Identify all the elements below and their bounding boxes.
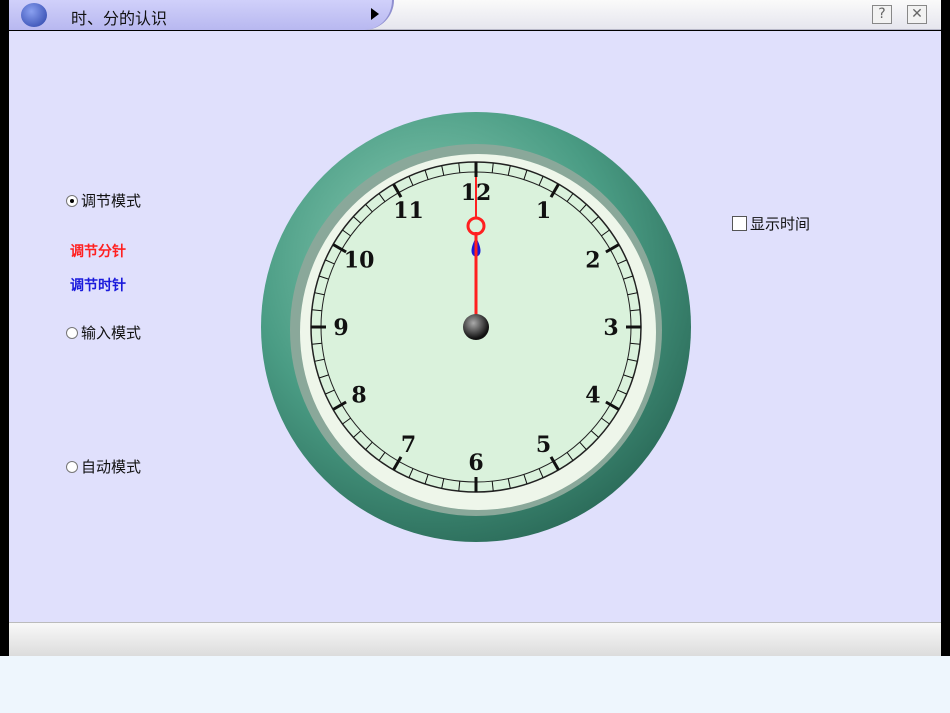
center-knob (463, 314, 489, 340)
clock: 121234567891011 (261, 112, 691, 542)
clock-number: 8 (351, 383, 366, 409)
clock-number: 5 (536, 432, 551, 458)
clock-number: 4 (585, 383, 600, 409)
clock-number: 2 (585, 248, 600, 274)
clock-number: 3 (603, 315, 618, 341)
clock-number: 11 (393, 198, 424, 224)
clock-number: 9 (333, 315, 348, 341)
clock-number: 1 (536, 198, 551, 224)
clock-number: 7 (401, 432, 416, 458)
clock-number: 6 (468, 450, 483, 476)
clock-number: 10 (344, 248, 375, 274)
